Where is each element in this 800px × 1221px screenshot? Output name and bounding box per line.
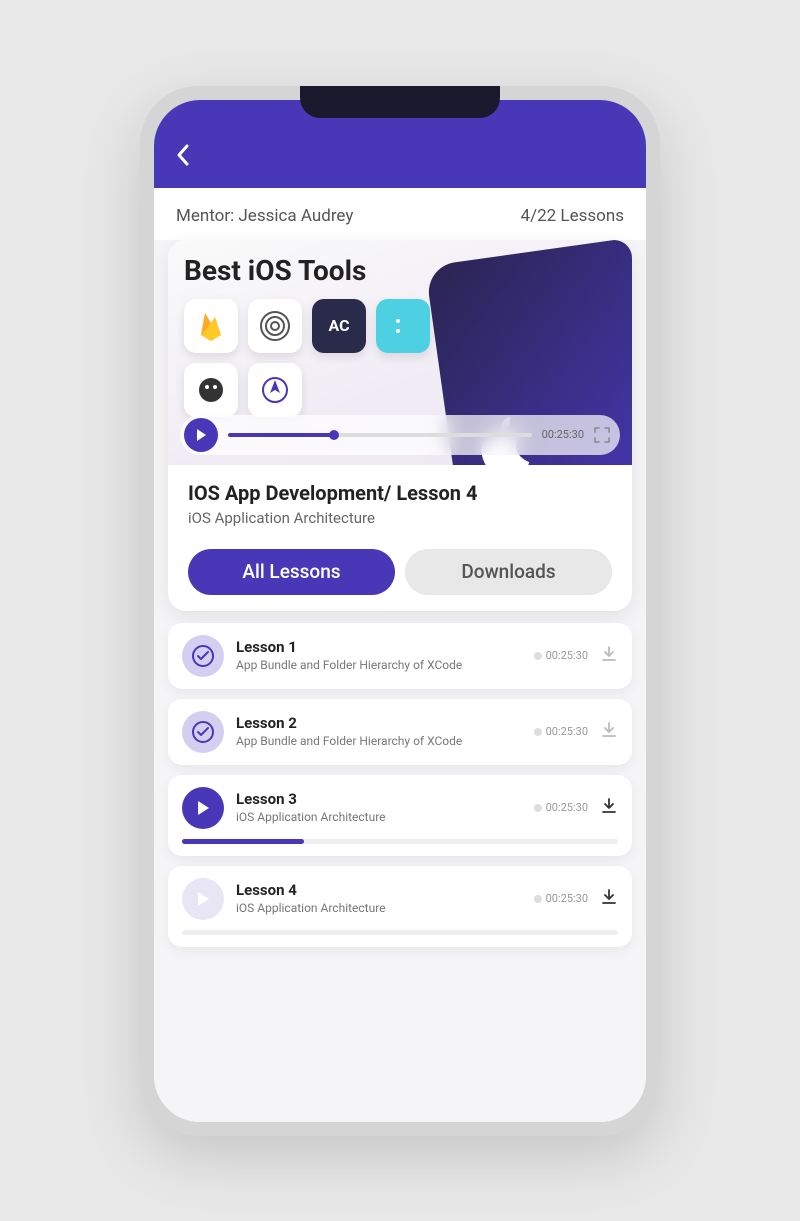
course-subtitle: iOS Application Architecture xyxy=(188,509,612,527)
lesson-description: App Bundle and Folder Hierarchy of XCode xyxy=(236,734,522,750)
lesson-item[interactable]: Lesson 3 iOS Application Architecture 00:2… xyxy=(168,775,632,856)
lessons-list: Lesson 1 App Bundle and Folder Hierarchy … xyxy=(154,623,646,947)
download-button[interactable] xyxy=(600,888,618,910)
lesson-progress-bar xyxy=(182,930,618,935)
phone-notch xyxy=(300,86,500,118)
lesson-name: Lesson 3 xyxy=(236,790,522,808)
video-timestamp: 00:25:30 xyxy=(542,428,584,441)
lesson-duration: 00:25:30 xyxy=(534,649,588,662)
play-icon xyxy=(194,799,212,817)
firebase-icon xyxy=(184,299,238,353)
video-progress-bar[interactable] xyxy=(228,433,532,437)
lesson-text: Lesson 2 App Bundle and Folder Hierarchy … xyxy=(236,714,522,750)
lesson-description: iOS Application Architecture xyxy=(236,901,522,917)
lesson-item[interactable]: Lesson 2 App Bundle and Folder Hierarchy … xyxy=(168,699,632,765)
course-title: IOS App Development/ Lesson 4 xyxy=(188,481,612,505)
lesson-status-icon xyxy=(182,635,224,677)
video-thumbnail[interactable]: Best iOS Tools AC xyxy=(168,240,632,465)
lesson-text: Lesson 1 App Bundle and Folder Hierarchy … xyxy=(236,638,522,674)
download-button[interactable] xyxy=(600,797,618,819)
download-icon xyxy=(600,797,618,815)
play-icon xyxy=(194,890,212,908)
download-icon xyxy=(600,721,618,739)
phone-screen: Mentor: Jessica Audrey 4/22 Lessons Best… xyxy=(154,100,646,1122)
play-icon xyxy=(194,428,208,442)
lesson-duration: 00:25:30 xyxy=(534,892,588,905)
video-card: Best iOS Tools AC xyxy=(168,240,632,611)
lesson-progress-bar xyxy=(182,839,618,844)
checkmark-circle-icon xyxy=(191,644,215,668)
lesson-duration: 00:25:30 xyxy=(534,801,588,814)
lesson-name: Lesson 4 xyxy=(236,881,522,899)
lessons-progress-label: 4/22 Lessons xyxy=(521,206,624,226)
lesson-status-icon xyxy=(182,878,224,920)
phone-frame: Mentor: Jessica Audrey 4/22 Lessons Best… xyxy=(140,86,660,1136)
tools-icon-grid: AC xyxy=(184,299,444,417)
lesson-meta: 00:25:30 xyxy=(534,797,618,819)
video-controls: 00:25:30 xyxy=(180,415,620,455)
tab-all-lessons[interactable]: All Lessons xyxy=(188,549,395,595)
fullscreen-button[interactable] xyxy=(594,427,610,443)
circle-tool-icon xyxy=(248,299,302,353)
lesson-text: Lesson 4 iOS Application Architecture xyxy=(236,881,522,917)
lesson-item[interactable]: Lesson 4 iOS Application Architecture 00:2… xyxy=(168,866,632,947)
mentor-label: Mentor: Jessica Audrey xyxy=(176,206,353,226)
tab-downloads[interactable]: Downloads xyxy=(405,549,612,595)
expand-icon xyxy=(594,427,610,443)
lesson-description: iOS Application Architecture xyxy=(236,810,522,826)
play-button[interactable] xyxy=(184,418,218,452)
lesson-meta: 00:25:30 xyxy=(534,645,618,667)
teal-tool-icon xyxy=(376,299,430,353)
content-area: Mentor: Jessica Audrey 4/22 Lessons Best… xyxy=(154,188,646,1122)
lesson-status-icon xyxy=(182,711,224,753)
lesson-meta: 00:25:30 xyxy=(534,721,618,743)
progress-fill xyxy=(228,433,334,437)
info-row: Mentor: Jessica Audrey 4/22 Lessons xyxy=(154,188,646,240)
lesson-item[interactable]: Lesson 1 App Bundle and Folder Hierarchy … xyxy=(168,623,632,689)
ladybug-icon xyxy=(184,363,238,417)
download-icon xyxy=(600,645,618,663)
compass-tool-icon xyxy=(248,363,302,417)
tabs-row: All Lessons Downloads xyxy=(168,539,632,611)
lesson-name: Lesson 1 xyxy=(236,638,522,656)
lesson-description: App Bundle and Folder Hierarchy of XCode xyxy=(236,658,522,674)
lesson-text: Lesson 3 iOS Application Architecture xyxy=(236,790,522,826)
download-button[interactable] xyxy=(600,645,618,667)
lesson-meta: 00:25:30 xyxy=(534,888,618,910)
back-button[interactable] xyxy=(176,144,190,170)
appcode-icon: AC xyxy=(312,299,366,353)
checkmark-circle-icon xyxy=(191,720,215,744)
lesson-duration: 00:25:30 xyxy=(534,725,588,738)
lesson-name: Lesson 2 xyxy=(236,714,522,732)
progress-handle[interactable] xyxy=(329,430,339,440)
download-button[interactable] xyxy=(600,721,618,743)
download-icon xyxy=(600,888,618,906)
course-header: IOS App Development/ Lesson 4 iOS Applic… xyxy=(168,465,632,539)
lesson-status-icon xyxy=(182,787,224,829)
chevron-left-icon xyxy=(176,144,190,166)
